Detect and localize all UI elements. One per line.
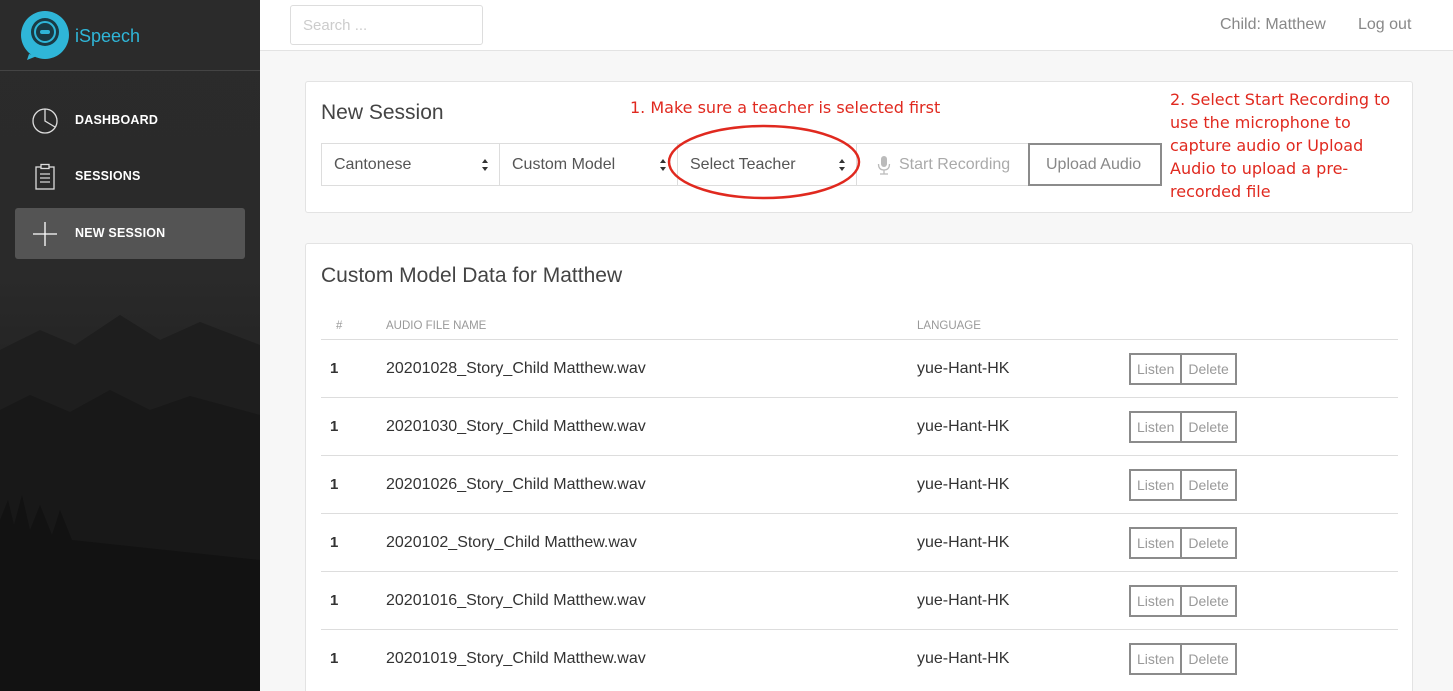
sidebar-item-sessions[interactable]: SESSIONS [15,151,245,202]
column-header-file-name: AUDIO FILE NAME [386,320,487,332]
language-code: yue-Hant-HK [917,650,1010,667]
delete-button[interactable]: Delete [1180,469,1237,501]
custom-model-title: Custom Model Data for Matthew [321,264,623,287]
listen-button[interactable]: Listen [1129,643,1183,675]
pie-chart-icon [32,108,58,134]
upload-audio-button[interactable]: Upload Audio [1028,143,1162,186]
row-actions: Listen Delete [1129,585,1237,617]
delete-button[interactable]: Delete [1180,643,1237,675]
model-select[interactable]: Custom Model [499,143,678,186]
sidebar-item-new-session[interactable]: NEW SESSION [15,208,245,259]
column-header-language: LANGUAGE [917,320,981,332]
row-number: 1 [330,534,339,551]
annotation-recording-instructions: 2. Select Start Recording to use the mic… [1170,90,1391,201]
listen-button[interactable]: Listen [1129,527,1183,559]
table-row: 1 20201028_Story_Child Matthew.wav yue-H… [321,339,1398,397]
clipboard-icon [35,163,55,190]
audio-file-name: 20201026_Story_Child Matthew.wav [386,476,646,493]
audio-file-name: 20201028_Story_Child Matthew.wav [386,360,646,377]
row-actions: Listen Delete [1129,353,1237,385]
sidebar: iSpeech DASHBOARD SESSIONS NEW SESSION [0,0,260,691]
listen-button[interactable]: Listen [1129,585,1183,617]
mountain-background-image [0,315,260,691]
brand-name: iSpeech [75,26,141,46]
highlight-oval [667,124,861,200]
delete-button[interactable]: Delete [1180,585,1237,617]
ispeech-logo-icon[interactable] [19,10,71,60]
row-number: 1 [330,650,339,667]
listen-button[interactable]: Listen [1129,353,1183,385]
select-arrows-icon [482,159,488,171]
row-number: 1 [330,360,339,377]
listen-button[interactable]: Listen [1129,469,1183,501]
table-row: 1 2020102_Story_Child Matthew.wav yue-Ha… [321,513,1398,571]
new-session-title: New Session [321,101,444,124]
search-input[interactable] [290,5,483,45]
language-select-value: Cantonese [334,156,412,173]
language-code: yue-Hant-HK [917,418,1010,435]
table-row: 1 20201030_Story_Child Matthew.wav yue-H… [321,397,1398,455]
start-recording-button[interactable]: Start Recording [856,143,1029,186]
brand-header: iSpeech [0,0,260,71]
upload-audio-label: Upload Audio [1046,156,1142,173]
sidebar-item-label: SESSIONS [75,169,141,183]
table-row: 1 20201019_Story_Child Matthew.wav yue-H… [321,629,1398,687]
audio-file-name: 2020102_Story_Child Matthew.wav [386,534,637,551]
row-actions: Listen Delete [1129,643,1237,675]
row-number: 1 [330,418,339,435]
start-recording-label: Start Recording [899,156,1011,173]
row-actions: Listen Delete [1129,469,1237,501]
listen-button[interactable]: Listen [1129,411,1183,443]
language-code: yue-Hant-HK [917,360,1010,377]
delete-button[interactable]: Delete [1180,411,1237,443]
sidebar-item-label: NEW SESSION [75,226,166,240]
row-number: 1 [330,592,339,609]
language-select[interactable]: Cantonese [321,143,500,186]
annotation-select-teacher: 1. Make sure a teacher is selected first [630,98,941,117]
delete-button[interactable]: Delete [1180,353,1237,385]
custom-model-card: Custom Model Data for Matthew # AUDIO FI… [305,243,1413,691]
language-code: yue-Hant-HK [917,476,1010,493]
row-number: 1 [330,476,339,493]
row-actions: Listen Delete [1129,411,1237,443]
language-code: yue-Hant-HK [917,534,1010,551]
table-row: 1 20201016_Story_Child Matthew.wav yue-H… [321,571,1398,629]
sidebar-item-label: DASHBOARD [75,113,159,127]
language-code: yue-Hant-HK [917,592,1010,609]
top-bar: Child: Matthew Log out [260,0,1453,51]
model-select-value: Custom Model [512,156,616,173]
table-row: 1 20201026_Story_Child Matthew.wav yue-H… [321,455,1398,513]
audio-file-name: 20201016_Story_Child Matthew.wav [386,592,646,609]
delete-button[interactable]: Delete [1180,527,1237,559]
row-actions: Listen Delete [1129,527,1237,559]
logout-link[interactable]: Log out [1358,16,1411,34]
audio-file-name: 20201019_Story_Child Matthew.wav [386,650,646,667]
audio-file-name: 20201030_Story_Child Matthew.wav [386,418,646,435]
plus-icon [33,222,57,246]
child-selector[interactable]: Child: Matthew [1220,16,1326,34]
microphone-icon [877,156,891,175]
column-header-number: # [336,320,343,332]
sidebar-item-dashboard[interactable]: DASHBOARD [15,95,245,146]
